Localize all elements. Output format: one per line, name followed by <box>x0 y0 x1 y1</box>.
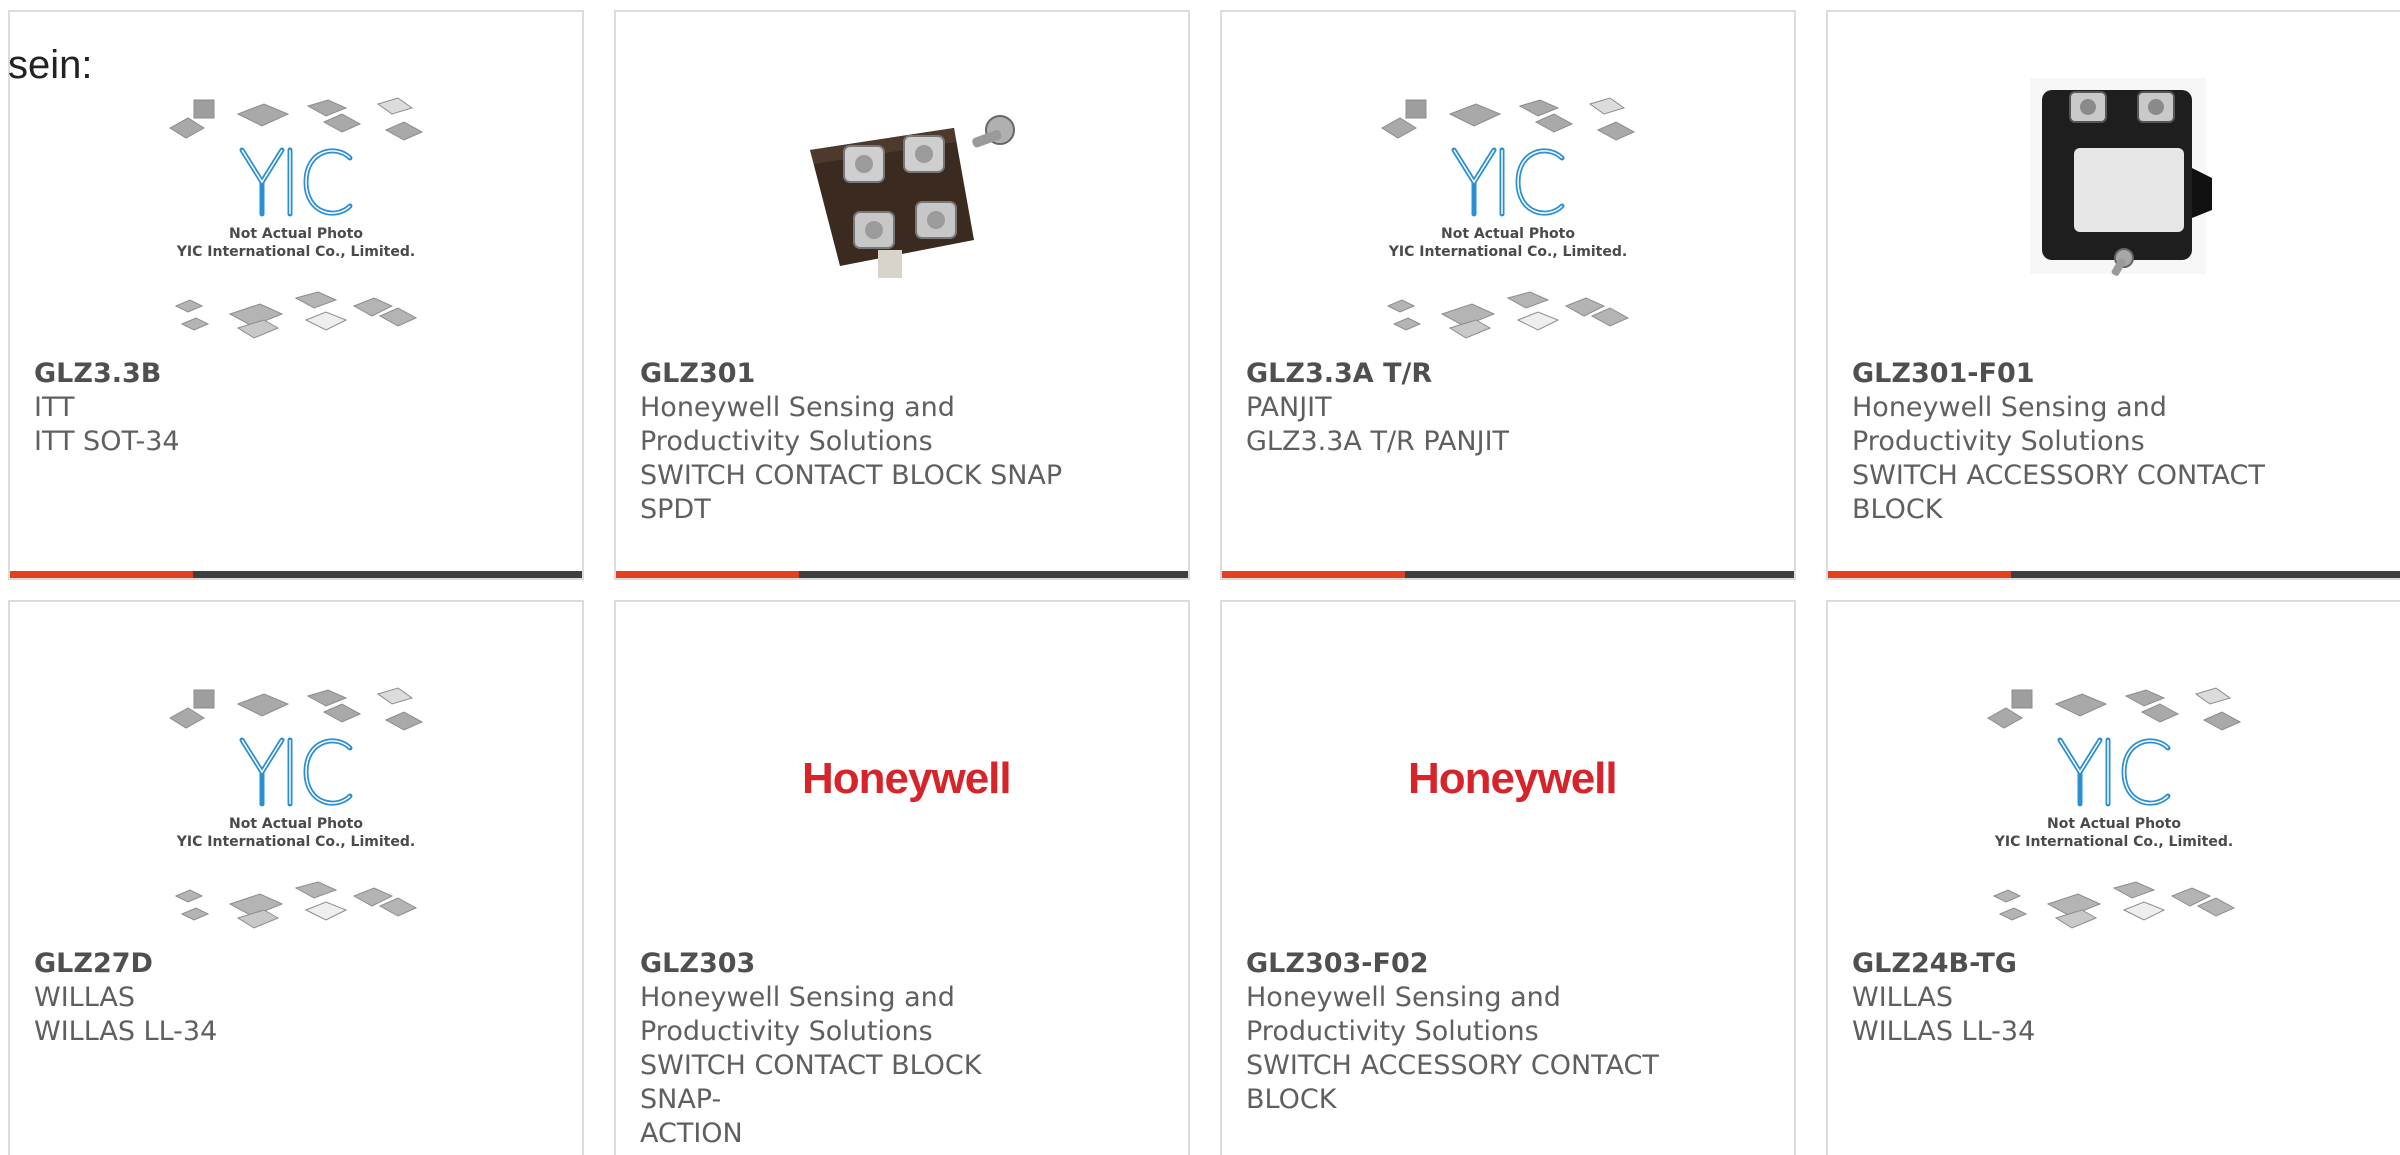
description-line: Productivity Solutions <box>640 1016 933 1047</box>
product-image-area[interactable] <box>1828 12 2400 352</box>
yic-placeholder-image: Not Actual Photo YIC International Co., … <box>160 92 432 354</box>
manufacturer-line: PANJIT <box>1246 392 1332 423</box>
honeywell-logo: Honeywell <box>802 754 1012 803</box>
product-details: GLZ301-F01 Honeywell Sensing and Productiv… <box>1852 357 2282 527</box>
product-details: GLZ303-F02 Honeywell Sensing and Productiv… <box>1246 947 1676 1117</box>
placeholder-company: YIC International Co., Limited. <box>176 244 415 260</box>
part-number[interactable]: GLZ301 <box>640 357 1070 391</box>
yic-placeholder-image: Not Actual Photo YIC International Co., … <box>1978 682 2250 944</box>
product-card[interactable]: GLZ301-F01 Honeywell Sensing and Productiv… <box>1826 10 2400 580</box>
product-details: GLZ303 Honeywell Sensing and Productivity … <box>640 947 1070 1151</box>
card-accent-stripe <box>1222 571 1405 578</box>
description-line: GLZ3.3A T/R PANJIT <box>1246 426 1510 457</box>
card-bottom-bar <box>10 571 582 578</box>
card-bottom-bar <box>616 571 1188 578</box>
card-accent-stripe <box>10 571 193 578</box>
lead-text: sein: <box>8 43 93 87</box>
description-line: Productivity Solutions <box>640 426 933 457</box>
yic-placeholder-image: Not Actual Photo YIC International Co., … <box>160 682 432 944</box>
description-line: BLOCK <box>1852 494 1943 525</box>
description-line: SWITCH ACCESSORY CONTACT <box>1852 460 2265 491</box>
description-line: SWITCH CONTACT BLOCK SNAP- <box>640 1050 982 1115</box>
part-number[interactable]: GLZ303-F02 <box>1246 947 1676 981</box>
manufacturer-line: WILLAS <box>34 982 135 1013</box>
placeholder-company: YIC International Co., Limited. <box>1388 244 1627 260</box>
product-listing: sein: Not Actual Photo YIC International… <box>0 0 2400 1155</box>
card-bottom-bar <box>1222 571 1794 578</box>
product-image-area[interactable]: Not Actual Photo YIC International Co., … <box>1222 12 1794 352</box>
product-details: GLZ3.3A T/R PANJIT GLZ3.3A T/R PANJIT <box>1246 357 1676 459</box>
product-card[interactable]: Not Actual Photo YIC International Co., … <box>8 10 584 580</box>
description-line: Productivity Solutions <box>1246 1016 1539 1047</box>
manufacturer-line: WILLAS <box>1852 982 1953 1013</box>
part-number[interactable]: GLZ3.3B <box>34 357 464 391</box>
placeholder-caption: Not Actual Photo <box>1441 226 1575 242</box>
placeholder-caption: Not Actual Photo <box>229 816 363 832</box>
description-line: ACTION <box>640 1118 743 1149</box>
description-line: SWITCH CONTACT BLOCK SNAP <box>640 460 1063 491</box>
product-image-area[interactable]: Not Actual Photo YIC International Co., … <box>10 12 582 352</box>
card-accent-stripe <box>616 571 799 578</box>
description-line: SPDT <box>640 494 711 525</box>
card-accent-stripe <box>1828 571 2011 578</box>
product-image-area[interactable] <box>616 12 1188 352</box>
product-details: GLZ24B-TG WILLAS WILLAS LL-34 <box>1852 947 2282 1049</box>
part-number[interactable]: GLZ24B-TG <box>1852 947 2282 981</box>
description-line: BLOCK <box>1246 1084 1337 1115</box>
description-line: Productivity Solutions <box>1852 426 2145 457</box>
placeholder-caption: Not Actual Photo <box>2047 816 2181 832</box>
product-image-area[interactable]: Not Actual Photo YIC International Co., … <box>10 602 582 942</box>
description-line: WILLAS LL-34 <box>1852 1016 2036 1047</box>
product-grid: Not Actual Photo YIC International Co., … <box>0 0 2400 1155</box>
placeholder-company: YIC International Co., Limited. <box>1994 834 2233 850</box>
description-line: SWITCH ACCESSORY CONTACT <box>1246 1050 1659 1081</box>
product-image-area[interactable]: Honeywell <box>616 602 1188 942</box>
manufacturer-line: Honeywell Sensing and <box>640 392 955 423</box>
contact-block-photo <box>766 82 1038 344</box>
description-line: ITT SOT-34 <box>34 426 180 457</box>
card-bottom-bar <box>1828 571 2400 578</box>
product-details: GLZ27D WILLAS WILLAS LL-34 <box>34 947 464 1049</box>
part-number[interactable]: GLZ27D <box>34 947 464 981</box>
honeywell-logo: Honeywell <box>1408 754 1618 803</box>
product-details: GLZ301 Honeywell Sensing and Productivity … <box>640 357 1070 527</box>
placeholder-company: YIC International Co., Limited. <box>176 834 415 850</box>
product-card[interactable]: Not Actual Photo YIC International Co., … <box>1826 600 2400 1155</box>
description-line: WILLAS LL-34 <box>34 1016 218 1047</box>
product-image-area[interactable]: Not Actual Photo YIC International Co., … <box>1828 602 2400 942</box>
manufacturer-line: ITT <box>34 392 75 423</box>
product-card[interactable]: Honeywell GLZ303 Honeywell Sensing and Prod… <box>614 600 1190 1155</box>
product-card[interactable]: Not Actual Photo YIC International Co., … <box>8 600 584 1155</box>
manufacturer-line: Honeywell Sensing and <box>1852 392 2167 423</box>
product-card[interactable]: Honeywell GLZ303-F02 Honeywell Sensing and… <box>1220 600 1796 1155</box>
yic-placeholder-image: Not Actual Photo YIC International Co., … <box>1372 92 1644 354</box>
part-number[interactable]: GLZ3.3A T/R <box>1246 357 1676 391</box>
product-card[interactable]: GLZ301 Honeywell Sensing and Productivity … <box>614 10 1190 580</box>
placeholder-caption: Not Actual Photo <box>229 226 363 242</box>
manufacturer-line: Honeywell Sensing and <box>1246 982 1561 1013</box>
part-number[interactable]: GLZ301-F01 <box>1852 357 2282 391</box>
product-card[interactable]: Not Actual Photo YIC International Co., … <box>1220 10 1796 580</box>
part-number[interactable]: GLZ303 <box>640 947 1070 981</box>
accessory-contact-block-photo <box>1978 78 2250 340</box>
product-image-area[interactable]: Honeywell <box>1222 602 1794 942</box>
product-details: GLZ3.3B ITT ITT SOT-34 <box>34 357 464 459</box>
manufacturer-line: Honeywell Sensing and <box>640 982 955 1013</box>
